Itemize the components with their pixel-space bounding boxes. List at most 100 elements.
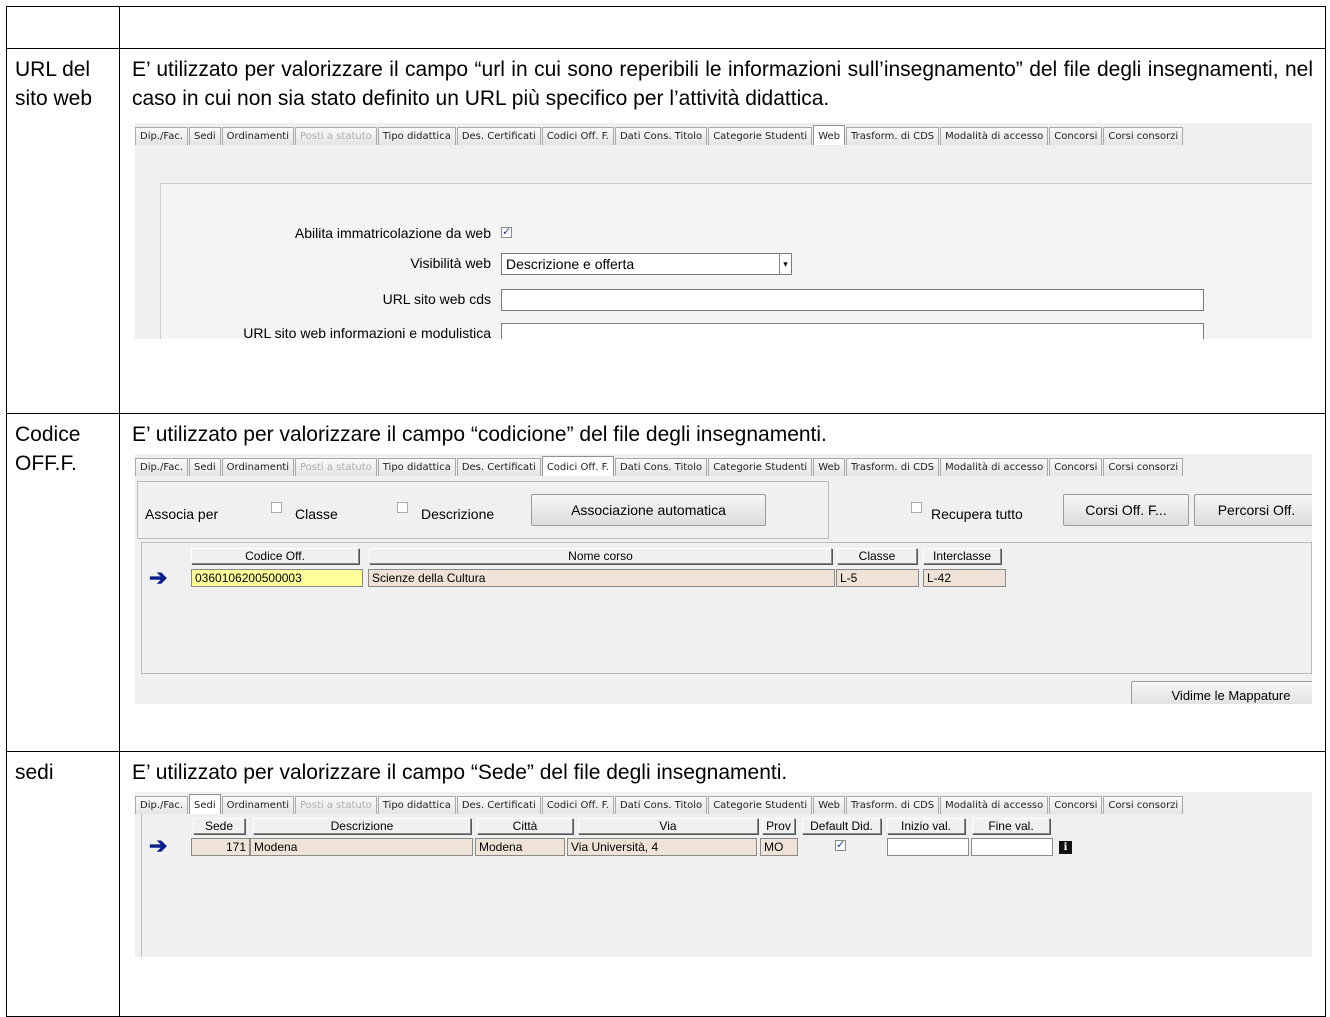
tab-ordinamenti[interactable]: Ordinamenti [221,458,294,476]
tab-concorsi[interactable]: Concorsi [1049,458,1103,476]
auto-association-button[interactable]: Associazione automatica [531,494,766,526]
associa-label: Associa per [145,506,219,522]
descrizione-checkbox[interactable] [397,502,408,513]
tab-dip-fac[interactable]: Dip./Fac. [135,796,189,814]
tab-dati-cons-titolo[interactable]: Dati Cons. Titolo [614,127,708,145]
classe-checkbox[interactable] [271,502,282,513]
tab-des-certificati[interactable]: Des. Certificati [456,458,541,476]
nome-cell[interactable]: Scienze della Cultura [368,569,835,587]
prov-cell[interactable]: MO [760,838,798,856]
header-row [6,6,1326,49]
row-description: E’ utilizzato per valorizzare il campo “… [132,423,827,446]
row-codice: Codice OFF.F. E’ utilizzato per valorizz… [6,413,1326,752]
column-header-nome[interactable]: Nome corso [369,548,832,564]
tab-modalit-di-accesso[interactable]: Modalità di accesso [940,796,1049,814]
tab-des-certificati[interactable]: Des. Certificati [456,127,541,145]
column-header-interclasse[interactable]: Interclasse [923,548,1001,564]
tab-categorie-studenti[interactable]: Categorie Studenti [708,458,813,476]
screenshot-codici-tab: Dip./Fac. Sedi Ordinamenti Posti a statuto T… [135,454,1312,704]
url-info-input[interactable] [501,323,1204,339]
tab-trasform-di-cds[interactable]: Trasform. di CDS [846,458,940,476]
tab-des-certificati[interactable]: Des. Certificati [456,796,541,814]
tab-sedi[interactable]: Sedi [189,458,221,476]
descrizione-cell[interactable]: Modena [250,838,473,856]
tab-tipo-didattica[interactable]: Tipo didattica [377,127,456,145]
row-label: sedi [15,761,54,784]
column-header-default[interactable]: Default Did. [802,818,881,834]
default-did-checkbox[interactable]: ✓ [835,840,846,851]
url-cds-label: URL sito web cds [382,291,491,307]
column-header-via[interactable]: Via [578,818,758,834]
column-header-sede[interactable]: Sede [193,818,245,834]
vidime-button[interactable]: Vidime le Mappature [1131,681,1312,704]
classe-cell[interactable]: L-5 [836,569,919,587]
url-cds-input[interactable] [501,289,1204,311]
tab-web[interactable]: Web [813,458,846,476]
interclasse-cell[interactable]: L-42 [923,569,1006,587]
tab-dip-fac[interactable]: Dip./Fac. [135,458,189,476]
fine-val-input[interactable] [971,838,1053,856]
tab-concorsi[interactable]: Concorsi [1049,796,1103,814]
row-description: E’ utilizzato per valorizzare il campo “… [132,58,1313,110]
via-cell[interactable]: Via Università, 4 [567,838,757,856]
tab-trasform-di-cds[interactable]: Trasform. di CDS [846,796,940,814]
url-info-label: URL sito web informazioni e modulistica [243,325,491,339]
tab-corsi-consorzi[interactable]: Corsi consorzi [1103,458,1184,476]
tab-modalit-di-accesso[interactable]: Modalità di accesso [940,458,1049,476]
row-description: E’ utilizzato per valorizzare il campo “… [132,761,788,784]
tab-web[interactable]: Web [813,125,846,146]
sede-cell[interactable]: 171 [191,838,250,856]
chevron-down-icon[interactable]: ▾ [779,254,791,274]
empty-cell [6,6,120,49]
tab-corsi-consorzi[interactable]: Corsi consorzi [1103,796,1184,814]
visibility-value: Descrizione e offerta [506,256,635,272]
tab-corsi-consorzi[interactable]: Corsi consorzi [1103,127,1184,145]
row-label: Codice OFF.F. [15,423,81,475]
corsi-off-button[interactable]: Corsi Off. F... [1063,494,1189,526]
row-label: URL del sito web [15,58,93,110]
inizio-val-input[interactable] [887,838,969,856]
tab-tipo-didattica[interactable]: Tipo didattica [377,458,456,476]
classe-label: Classe [295,506,338,522]
tab-concorsi[interactable]: Concorsi [1049,127,1103,145]
enable-web-label: Abilita immatricolazione da web [294,225,491,241]
tab-codici-off-f[interactable]: Codici Off. F. [541,127,614,145]
tab-posti-a-statuto: Posti a statuto [295,458,377,476]
tab-dati-cons-titolo[interactable]: Dati Cons. Titolo [614,458,708,476]
codice-cell[interactable]: 0360106200500003 [191,569,363,587]
tab-categorie-studenti[interactable]: Categorie Studenti [708,796,813,814]
tab-web[interactable]: Web [813,796,846,814]
screenshot-sedi-tab: Dip./Fac. Sedi Ordinamenti Posti a statuto T… [135,792,1312,957]
tab-codici-off-f[interactable]: Codici Off. F. [541,796,614,814]
column-header-classe[interactable]: Classe [837,548,917,564]
tab-categorie-studenti[interactable]: Categorie Studenti [708,127,813,145]
tab-tipo-didattica[interactable]: Tipo didattica [377,796,456,814]
percorsi-off-button[interactable]: Percorsi Off. [1194,494,1312,526]
tab-trasform-di-cds[interactable]: Trasform. di CDS [846,127,940,145]
tab-codici-off-f[interactable]: Codici Off. F. [541,456,614,477]
column-header-citta[interactable]: Città [477,818,573,834]
arrow-right-icon: ➔ [149,833,168,858]
visibility-select[interactable]: Descrizione e offerta ▾ [501,253,792,275]
tab-sedi[interactable]: Sedi [189,127,221,145]
info-icon[interactable]: i [1059,841,1072,854]
document-table: URL del sito web E’ utilizzato per valor… [6,6,1326,1017]
enable-web-checkbox[interactable]: ✓ [501,227,512,238]
tab-ordinamenti[interactable]: Ordinamenti [221,127,294,145]
tab-dati-cons-titolo[interactable]: Dati Cons. Titolo [614,796,708,814]
tab-posti-a-statuto: Posti a statuto [295,796,377,814]
tab-dip-fac[interactable]: Dip./Fac. [135,127,189,145]
column-header-codice[interactable]: Codice Off. [191,548,359,564]
tab-sedi[interactable]: Sedi [189,794,221,815]
tab-modalit-di-accesso[interactable]: Modalità di accesso [940,127,1049,145]
citta-cell[interactable]: Modena [475,838,565,856]
column-header-fine[interactable]: Fine val. [972,818,1050,834]
recupera-checkbox[interactable] [911,502,922,513]
column-header-prov[interactable]: Prov [762,818,795,834]
tab-ordinamenti[interactable]: Ordinamenti [221,796,294,814]
column-header-descrizione[interactable]: Descrizione [253,818,471,834]
row-url: URL del sito web E’ utilizzato per valor… [6,48,1326,414]
tab-bar: Dip./Fac. Sedi Ordinamenti Posti a statuto T… [135,123,1312,146]
column-header-inizio[interactable]: Inizio val. [887,818,965,834]
visibility-label: Visibilità web [410,255,491,271]
